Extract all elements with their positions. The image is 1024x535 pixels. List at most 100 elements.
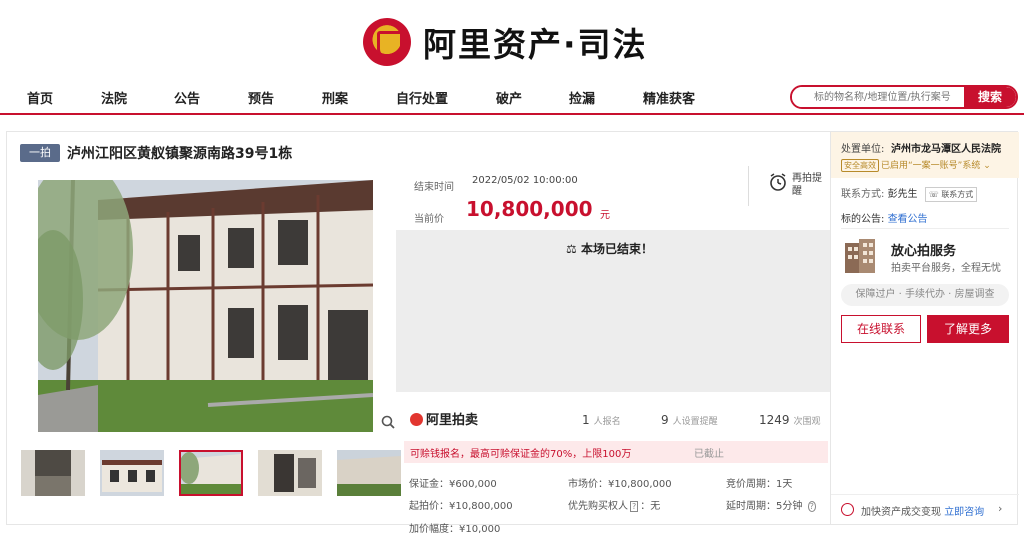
gavel-icon: ⚖ (566, 242, 581, 256)
stat-reminders: 9 人设置提醒 (661, 409, 718, 428)
priority-buyer-value: ：无 (640, 501, 661, 512)
stat-label: 次围观 (793, 417, 821, 427)
contact-info: 联系方式: 彭先生 ☏ 联系方式 (841, 185, 978, 202)
help-icon[interactable]: ? (807, 501, 816, 512)
contact-button-label: 联系方式 (941, 190, 974, 199)
end-time: 结束时间 2022/05/02 10:00:00 (414, 175, 578, 194)
consult-icon (841, 503, 854, 516)
online-contact-button[interactable]: 在线联系 (841, 315, 921, 343)
end-time-label: 结束时间 (414, 182, 454, 193)
search-bar: 搜索 (790, 85, 1018, 109)
bidding-cycle: 竞价周期：1天 (726, 479, 793, 490)
credit-deposit-notice: 可赊钱报名，最高可赊保证金的70%，上限100万 已截止 (404, 441, 828, 463)
contact-button[interactable]: ☏ 联系方式 (924, 187, 978, 202)
safety-badge: 安全高效 (841, 159, 879, 172)
main-photo[interactable] (38, 180, 373, 432)
nav-item-criminal[interactable]: 刑案 (322, 88, 348, 107)
listing-title: 泸州江阳区黄舣镇聚源南路39号1栋 (67, 146, 293, 162)
credit-deposit-status: 已截止 (694, 449, 724, 460)
safety-system: 安全高效 已启用“一案一账号”系统 ⌄ (841, 158, 991, 172)
info-icon[interactable]: ? (630, 501, 639, 512)
ali-auction-logo: 阿里拍卖 (410, 409, 478, 428)
thumbnail[interactable] (21, 450, 85, 496)
service-desc: 拍卖平台服务，全程无忧 (891, 263, 1001, 274)
site-logo[interactable]: 阿里资产·司法 (363, 16, 648, 68)
divider (748, 166, 749, 206)
court-info: 处置单位: 泸州市龙马潭区人民法院 安全高效 已启用“一案一账号”系统 ⌄ (831, 132, 1019, 178)
credit-deposit-text: 可赊钱报名，最高可赊保证金的70%，上限100万 (410, 449, 632, 460)
nav-item-preview[interactable]: 预告 (248, 88, 274, 107)
view-notice-link[interactable]: 查看公告 (888, 214, 928, 225)
ali-auction-label: 阿里拍卖 (426, 413, 479, 428)
current-price-label: 当前价 (414, 214, 444, 225)
court-name[interactable]: 泸州市龙马潭区人民法院 (891, 140, 1001, 155)
nav-item-court[interactable]: 法院 (101, 88, 127, 107)
court-emblem-icon (363, 18, 411, 66)
auction-ended-text: ⚖ 本场已结束！ (566, 240, 653, 257)
building-icon (845, 239, 875, 273)
nav-item-self-disposal[interactable]: 自行处置 (396, 88, 448, 107)
priority-buyer-label: 优先购买权人 (568, 501, 628, 512)
alarm-clock-icon (770, 173, 786, 191)
consult-now-link[interactable]: 立即咨询 (944, 507, 984, 518)
auction-ended-label: 本场已结束！ (580, 242, 653, 256)
nav-item-notice[interactable]: 公告 (174, 88, 200, 107)
ali-logo-icon (410, 413, 423, 426)
listing-panel: 一拍 泸州江阳区黄舣镇聚源南路39号1栋 结束时间 2022/05/02 10:… (6, 131, 1019, 535)
contact-name: 彭先生 (887, 189, 918, 200)
learn-more-button[interactable]: 了解更多 (927, 315, 1009, 343)
search-input[interactable] (792, 87, 967, 107)
stat-label: 人设置提醒 (672, 417, 718, 427)
auction-info: 结束时间 2022/05/02 10:00:00 当前价 10,800,000 … (396, 162, 830, 535)
reauction-remind-label: 再拍提醒 (792, 173, 822, 197)
start-price: 起拍价：¥10,800,000 (409, 501, 513, 512)
consult-bar: 加快资产成交变现 立即咨询 › (831, 494, 1019, 524)
listing-notice: 标的公告: 查看公告 (841, 210, 928, 225)
stat-label: 人报名 (593, 417, 621, 427)
stat-number: 1 (582, 413, 590, 427)
deposit: 保证金：¥600,000 (409, 479, 497, 490)
consult-label: 加快资产成交变现 (861, 507, 941, 518)
safety-text: 已启用“一案一账号”系统 (881, 161, 981, 171)
nav-item-bargain[interactable]: 捡漏 (569, 88, 595, 107)
priority-buyer: 优先购买权人? ：无 (568, 497, 660, 512)
extend-cycle-text: 延时周期：5分钟 (726, 501, 803, 512)
zoom-icon[interactable] (381, 415, 395, 429)
stat-number: 9 (661, 413, 669, 427)
service-title: 放心拍服务 (891, 244, 957, 259)
current-price: 当前价 10,800,000 元 (414, 197, 610, 226)
stat-views: 1249 次围观 (759, 409, 821, 428)
chevron-down-icon[interactable]: ⌄ (983, 161, 991, 171)
divider (841, 228, 1009, 229)
reauction-remind[interactable]: 再拍提醒 (768, 172, 822, 197)
thumbnail[interactable] (258, 450, 322, 496)
service-features: 保障过户 · 手续代办 · 房屋调查 (841, 284, 1009, 306)
auction-round-tag: 一拍 (20, 144, 60, 162)
nav-item-precise[interactable]: 精准获客 (643, 88, 695, 107)
consult-text: 加快资产成交变现 立即咨询 (861, 503, 984, 518)
unit-label: 处置单位: (841, 144, 885, 155)
thumbnail-strip (21, 450, 401, 498)
thumbnail[interactable] (100, 450, 164, 496)
site-header: 阿里资产·司法 首页 法院 公告 预告 刑案 自行处置 破产 捡漏 精准获客 搜… (0, 0, 1024, 115)
market-price: 市场价：¥10,800,000 (568, 479, 672, 490)
search-button[interactable]: 搜索 (964, 87, 1016, 107)
end-time-value: 2022/05/02 10:00:00 (472, 175, 578, 186)
current-price-value: 10,800,000 (466, 197, 593, 221)
stat-registered: 1 人报名 (582, 409, 621, 428)
nav-item-bankruptcy[interactable]: 破产 (496, 88, 522, 107)
price-unit: 元 (600, 210, 610, 221)
auction-ended-banner: ⚖ 本场已结束！ (396, 230, 830, 392)
brand-name: 阿里资产·司法 (423, 25, 648, 64)
phone-icon: ☏ (928, 190, 939, 199)
nav-item-home[interactable]: 首页 (27, 88, 53, 107)
thumbnail[interactable] (337, 450, 401, 496)
thumbnail-active[interactable] (179, 450, 243, 496)
sidebar: 处置单位: 泸州市龙马潭区人民法院 安全高效 已启用“一案一账号”系统 ⌄ 联系方… (830, 132, 1019, 524)
chevron-right-icon[interactable]: › (998, 502, 1002, 515)
auction-stats: 阿里拍卖 1 人报名 9 人设置提醒 1249 次围观 (396, 402, 830, 434)
stat-number: 1249 (759, 413, 790, 427)
extend-cycle: 延时周期：5分钟 ? (726, 497, 818, 512)
contact-label: 联系方式: (841, 189, 885, 200)
notice-label: 标的公告: (841, 214, 885, 225)
